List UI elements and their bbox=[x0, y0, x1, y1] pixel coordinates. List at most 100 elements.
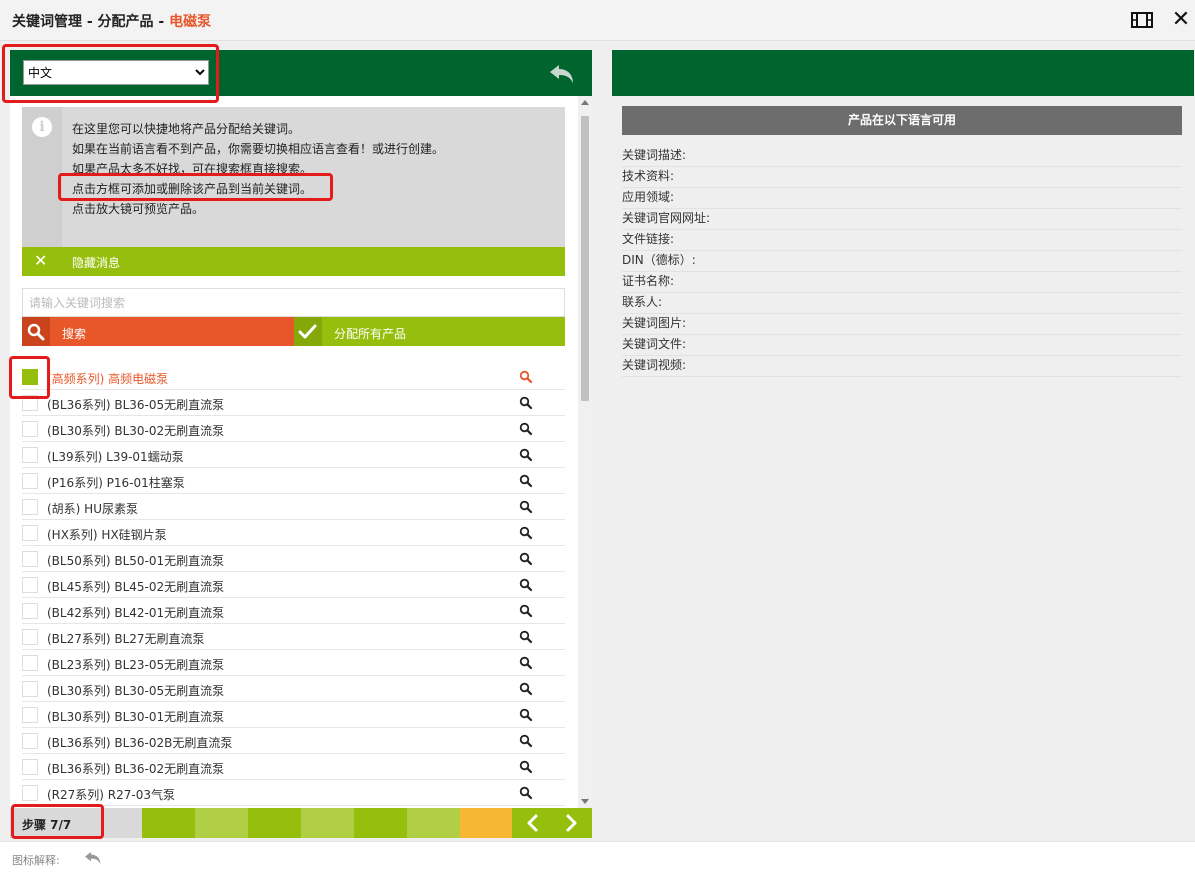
product-checkbox[interactable] bbox=[22, 421, 38, 437]
product-name: (BL42系列) BL42-01无刷直流泵 bbox=[47, 606, 225, 620]
keyword-field: 关键词文件: bbox=[622, 335, 1182, 356]
icon-legend-label: 图标解释: bbox=[12, 854, 60, 867]
legend-footer: 图标解释: bbox=[0, 841, 1195, 879]
check-icon bbox=[294, 317, 322, 346]
product-checkbox[interactable] bbox=[22, 785, 38, 801]
info-message: i 在这里您可以快捷地将产品分配给关键词。 如果在当前语言看不到产品，你需要切换… bbox=[22, 107, 565, 247]
preview-magnifier-icon[interactable] bbox=[519, 500, 533, 514]
back-icon[interactable] bbox=[548, 62, 576, 86]
product-checkbox[interactable] bbox=[22, 603, 38, 619]
product-row: (BL23系列) BL23-05无刷直流泵 bbox=[22, 650, 565, 676]
keyword-field: 证书名称: bbox=[622, 272, 1182, 293]
preview-magnifier-icon[interactable] bbox=[519, 682, 533, 696]
scroll-up-arrow[interactable] bbox=[581, 100, 589, 105]
step-segment bbox=[142, 808, 195, 838]
language-select[interactable]: 中文 bbox=[23, 60, 209, 85]
product-row: (BL42系列) BL42-01无刷直流泵 bbox=[22, 598, 565, 624]
product-row: (胡系) HU尿素泵 bbox=[22, 494, 565, 520]
keyword-field: 联系人: bbox=[622, 293, 1182, 314]
product-checkbox[interactable] bbox=[22, 473, 38, 489]
close-message-icon: ✕ bbox=[34, 251, 48, 270]
details-header bbox=[612, 50, 1194, 96]
preview-magnifier-icon[interactable] bbox=[519, 422, 533, 436]
title-prefix: 关键词管理 - 分配产品 - bbox=[12, 14, 170, 30]
product-name: (BL36系列) BL36-02B无刷直流泵 bbox=[47, 736, 233, 750]
previous-step-button[interactable] bbox=[512, 808, 552, 838]
assign-all-products-button[interactable]: 分配所有产品 bbox=[294, 317, 565, 346]
product-checkbox[interactable] bbox=[22, 447, 38, 463]
preview-magnifier-icon[interactable] bbox=[519, 786, 533, 800]
preview-magnifier-icon[interactable] bbox=[519, 552, 533, 566]
search-icon bbox=[22, 317, 50, 346]
product-checkbox[interactable] bbox=[22, 551, 38, 567]
preview-magnifier-icon[interactable] bbox=[519, 578, 533, 592]
product-scroll-area[interactable]: i 在这里您可以快捷地将产品分配给关键词。 如果在当前语言看不到产品，你需要切换… bbox=[10, 96, 592, 808]
product-name: (BL45系列) BL45-02无刷直流泵 bbox=[47, 580, 225, 594]
product-row: (P16系列) P16-01柱塞泵 bbox=[22, 468, 565, 494]
next-step-button[interactable] bbox=[552, 808, 592, 838]
keyword-field: 文件链接: bbox=[622, 230, 1182, 251]
product-checkbox[interactable] bbox=[22, 499, 38, 515]
product-checkbox[interactable] bbox=[22, 629, 38, 645]
product-checkbox[interactable] bbox=[22, 577, 38, 593]
info-line: 如果产品太多不好找，可在搜索框直接搜索。 bbox=[72, 162, 313, 176]
product-row: (BL27系列) BL27无刷直流泵 bbox=[22, 624, 565, 650]
product-name: (BL30系列) BL30-05无刷直流泵 bbox=[47, 684, 225, 698]
preview-magnifier-icon[interactable] bbox=[519, 604, 533, 618]
product-name: (BL27系列) BL27无刷直流泵 bbox=[47, 632, 205, 646]
product-row: (BL30系列) BL30-01无刷直流泵 bbox=[22, 702, 565, 728]
preview-magnifier-icon[interactable] bbox=[519, 396, 533, 410]
product-checkbox[interactable] bbox=[22, 525, 38, 541]
step-label: 步骤 7/7 bbox=[22, 818, 72, 832]
search-button[interactable]: 搜索 bbox=[22, 317, 294, 346]
step-segment bbox=[248, 808, 301, 838]
preview-magnifier-icon[interactable] bbox=[519, 474, 533, 488]
assign-all-label: 分配所有产品 bbox=[334, 327, 407, 341]
hide-message-button[interactable]: ✕ 隐藏消息 bbox=[22, 247, 565, 276]
close-icon[interactable]: ✕ bbox=[1170, 9, 1192, 31]
product-checkbox[interactable] bbox=[22, 681, 38, 697]
back-icon bbox=[83, 850, 103, 866]
product-checkbox[interactable] bbox=[22, 369, 38, 385]
step-segment bbox=[407, 808, 460, 838]
dialog-content: 中文 i 在这里您可以快捷地将产品分配给关键词。 如果在当前语言看不到产品，你需… bbox=[0, 41, 1195, 841]
preview-magnifier-icon[interactable] bbox=[519, 656, 533, 670]
preview-magnifier-icon[interactable] bbox=[519, 448, 533, 462]
step-segment bbox=[195, 808, 248, 838]
preview-magnifier-icon[interactable] bbox=[519, 708, 533, 722]
step-segment bbox=[460, 808, 513, 838]
keyword-field: 应用领域: bbox=[622, 188, 1182, 209]
product-row: (R27系列) R27-03气泵 bbox=[22, 780, 565, 806]
preview-magnifier-icon[interactable] bbox=[519, 760, 533, 774]
keyword-field: 关键词描述: bbox=[622, 146, 1182, 167]
preview-magnifier-icon[interactable] bbox=[519, 734, 533, 748]
keyword-search-input[interactable] bbox=[22, 288, 565, 317]
info-line: 如果在当前语言看不到产品，你需要切换相应语言查看！或进行创建。 bbox=[72, 142, 445, 156]
info-line: 点击方框可添加或删除该产品到当前关键词。 bbox=[72, 182, 313, 196]
product-name: (HX系列) HX硅钢片泵 bbox=[47, 528, 167, 542]
film-strip-icon[interactable] bbox=[1131, 11, 1153, 29]
scrollbar-thumb[interactable] bbox=[581, 116, 589, 401]
hide-message-label: 隐藏消息 bbox=[72, 256, 121, 270]
product-row: (HX系列) HX硅钢片泵 bbox=[22, 520, 565, 546]
window-titlebar: 关键词管理 - 分配产品 - 电磁泵 ✕ bbox=[0, 0, 1195, 41]
info-icon: i bbox=[22, 107, 62, 247]
product-name: (BL36系列) BL36-02无刷直流泵 bbox=[47, 762, 225, 776]
keyword-field: 关键词官网网址: bbox=[622, 209, 1182, 230]
product-checkbox[interactable] bbox=[22, 655, 38, 671]
keyword-field: DIN（德标）: bbox=[622, 251, 1182, 272]
preview-magnifier-icon[interactable] bbox=[519, 630, 533, 644]
product-name: (L39系列) L39-01蠕动泵 bbox=[47, 450, 184, 464]
keyword-field: 关键词图片: bbox=[622, 314, 1182, 335]
search-label: 搜索 bbox=[62, 327, 87, 341]
product-checkbox[interactable] bbox=[22, 733, 38, 749]
product-checkbox[interactable] bbox=[22, 707, 38, 723]
vertical-scrollbar[interactable] bbox=[578, 96, 592, 808]
preview-magnifier-icon[interactable] bbox=[519, 370, 533, 384]
product-row: (BL36系列) BL36-02无刷直流泵 bbox=[22, 754, 565, 780]
preview-magnifier-icon[interactable] bbox=[519, 526, 533, 540]
product-row: (BL30系列) BL30-05无刷直流泵 bbox=[22, 676, 565, 702]
product-checkbox[interactable] bbox=[22, 395, 38, 411]
scroll-down-arrow[interactable] bbox=[581, 799, 589, 804]
product-checkbox[interactable] bbox=[22, 759, 38, 775]
